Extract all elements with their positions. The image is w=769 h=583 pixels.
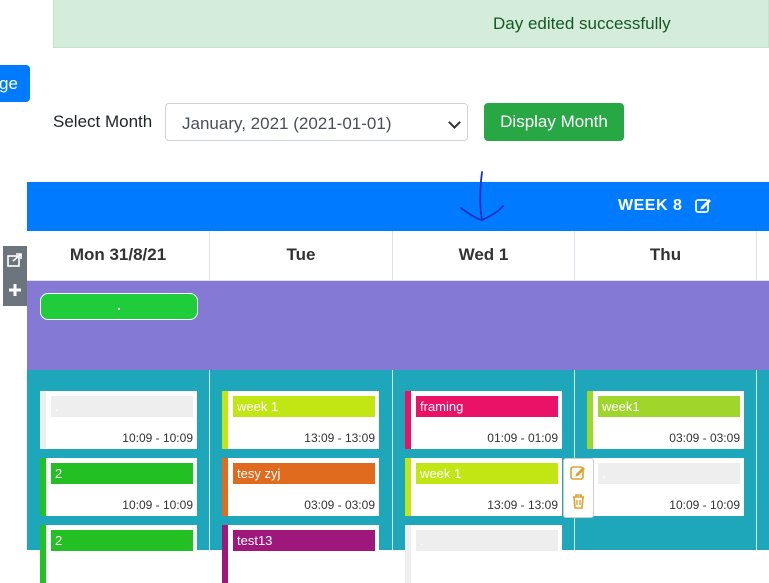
all-day-event[interactable]: . xyxy=(40,293,198,320)
event-time: 13:09 - 13:09 xyxy=(487,498,558,512)
event-time: 10:09 - 10:09 xyxy=(122,431,193,445)
event-time: 10:09 - 10:09 xyxy=(122,498,193,512)
event-time: 03:09 - 03:09 xyxy=(304,498,375,512)
share-icon[interactable] xyxy=(7,252,23,268)
event-title: . xyxy=(51,396,193,417)
event-title: framing xyxy=(416,396,558,417)
event-card[interactable]: 2 xyxy=(40,525,197,583)
side-toolbar xyxy=(3,246,27,306)
select-month-label: Select Month xyxy=(53,112,153,131)
event-stripe xyxy=(222,391,228,449)
event-context-menu xyxy=(563,458,594,518)
display-month-button[interactable]: Display Month xyxy=(484,103,624,141)
edit-icon[interactable] xyxy=(695,197,713,214)
event-card[interactable]: tesy zyj 03:09 - 03:09 xyxy=(222,458,379,516)
week-label: WEEK 8 xyxy=(618,197,683,214)
all-day-row: . xyxy=(27,281,769,370)
event-time: 10:09 - 10:09 xyxy=(669,498,740,512)
event-title: . xyxy=(416,530,558,551)
event-title: tesy zyj xyxy=(233,463,375,484)
day-header-row: Mon 31/8/21 Tue Wed 1 Thu xyxy=(27,231,769,281)
event-card[interactable]: week1 03:09 - 03:09 xyxy=(587,391,744,449)
success-alert: Day edited successfully xyxy=(53,0,769,48)
event-stripe xyxy=(587,391,593,449)
event-stripe xyxy=(40,458,46,516)
event-stripe xyxy=(40,525,46,583)
event-card[interactable]: week 1 13:09 - 13:09 xyxy=(405,458,562,516)
event-title: test13 xyxy=(233,530,375,551)
hand-drawn-arrow xyxy=(460,171,504,221)
event-time: 03:09 - 03:09 xyxy=(669,431,740,445)
event-title: 2 xyxy=(51,463,193,484)
month-select-value: January, 2021 (2021-01-01) xyxy=(182,114,392,133)
partial-button-label: ge xyxy=(0,74,18,93)
event-title: week 1 xyxy=(416,463,558,484)
event-card[interactable]: 2 10:09 - 10:09 xyxy=(40,458,197,516)
trash-icon[interactable] xyxy=(571,493,586,509)
event-title: . xyxy=(598,463,740,484)
event-stripe xyxy=(405,458,411,516)
week-header: WEEK 8 xyxy=(27,182,769,231)
event-stripe xyxy=(222,458,228,516)
event-card[interactable]: framing 01:09 - 01:09 xyxy=(405,391,562,449)
event-stripe xyxy=(40,391,46,449)
day-header-tue: Tue xyxy=(210,231,393,280)
event-stripe xyxy=(405,391,411,449)
partial-button[interactable]: ge xyxy=(0,65,30,102)
event-card[interactable]: test13 xyxy=(222,525,379,583)
plus-icon[interactable] xyxy=(8,283,22,297)
event-card[interactable]: . 10:09 - 10:09 xyxy=(587,458,744,516)
event-title: 2 xyxy=(51,530,193,551)
event-card[interactable]: . 10:09 - 10:09 xyxy=(40,391,197,449)
events-area: . 10:09 - 10:09 2 10:09 - 10:09 2 week 1… xyxy=(27,370,769,583)
day-header-wed: Wed 1 xyxy=(393,231,575,280)
event-title: week1 xyxy=(598,396,740,417)
chevron-down-icon xyxy=(448,116,461,129)
day-header-mon: Mon 31/8/21 xyxy=(27,231,210,280)
event-card[interactable]: . xyxy=(405,525,562,583)
event-stripe xyxy=(405,525,411,583)
alert-message: Day edited successfully xyxy=(493,14,671,33)
event-time: 01:09 - 01:09 xyxy=(487,431,558,445)
month-select[interactable]: January, 2021 (2021-01-01) xyxy=(165,103,468,141)
event-card[interactable]: week 1 13:09 - 13:09 xyxy=(222,391,379,449)
event-stripe xyxy=(222,525,228,583)
day-header-thu: Thu xyxy=(575,231,757,280)
edit-icon[interactable] xyxy=(570,464,587,481)
event-title: week 1 xyxy=(233,396,375,417)
event-time: 13:09 - 13:09 xyxy=(304,431,375,445)
